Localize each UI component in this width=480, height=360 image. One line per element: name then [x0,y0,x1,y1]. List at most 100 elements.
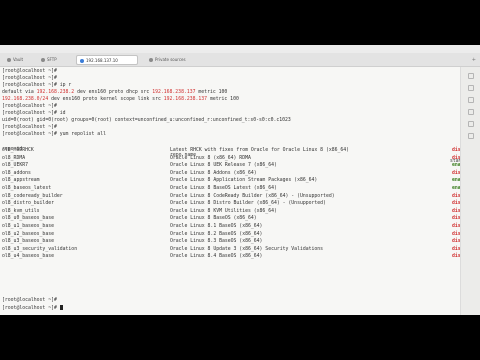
repo-status: disabled [452,216,460,222]
new-tab-button[interactable]: + [472,56,476,64]
repo-row: ol8_addons Oracle Linux 8 Addons (x86_64)… [2,170,460,177]
side-toolbar [460,67,480,315]
repo-status: disabled [452,246,460,252]
repo-status: disabled [452,239,460,245]
repo-row: ol8_distro_builder Oracle Linux 8 Distro … [2,201,460,207]
repo-name: Oracle Linux 8 Addons (x86_64) [170,170,257,176]
tab-private-sources[interactable]: Private sources [146,55,190,65]
repo-id: ol8_appstream [2,178,40,184]
repo-status: enabled [452,186,460,191]
text-segment: dev ens160 proto kernel scope link src [48,97,164,102]
panel-icon[interactable] [468,133,474,139]
repo-row: ol8_MODRHCK Latest RHCK with fixes from O… [2,148,460,154]
text-segment: dev ens160 proto dhcp src [74,90,153,95]
repo-status: enabled [452,178,460,184]
tab-vault[interactable]: Vault [4,55,30,65]
repo-row: ol8_appstream Oracle Linux 8 Application … [2,178,460,184]
repo-row: ol8_u3_security_validation Oracle Linux 8… [2,246,460,253]
terminal-line: [root@localhost ~]# [2,76,57,81]
repo-status: disabled [452,208,460,214]
tab-session-active[interactable]: 192.168.137.10 [76,55,138,65]
terminal-line: [root@localhost ~]# [2,104,57,109]
repo-name: Oracle Linux 8 UEK Release 7 (x86_64) [170,163,277,169]
panel-icon[interactable] [468,109,474,115]
route-line: default via 192.168.238.2 dev ens160 pro… [2,90,227,96]
ip-address: 192.168.238.0/24 [2,97,49,102]
repo-id: ol8_codeready_builder [2,193,63,199]
terminal-line: [root@localhost ~]# [2,298,57,303]
repo-row: ol8_UEKR7 Oracle Linux 8 UEK Release 7 (x… [2,163,460,169]
repo-status: enabled [452,163,460,169]
repo-name: Oracle Linux 8.3 BaseOS (x86_64) [170,239,263,245]
terminal-line: uid=0(root) gid=0(root) groups=0(root) c… [2,118,291,123]
terminal-output[interactable]: [root@localhost ~]# [root@localhost ~]# … [0,67,460,315]
repo-name: Latest RHCK with fixes from Oracle for O… [170,148,350,153]
terminal-line: [root@localhost ~]# ip r [2,83,72,88]
sftp-icon [41,58,45,62]
repo-status: disabled [452,201,460,207]
repo-status: disabled [452,148,460,153]
repo-row: ol8_RDMA Oracle Linux 8 (x86_64) RDMA disa… [2,155,460,162]
tab-label: Private sources [155,57,186,62]
panel-icon[interactable] [468,85,474,91]
repo-id: ol8_u2_baseos_base [2,231,54,237]
repo-row: ol8_u4_baseos_base Oracle Linux 8.4 BaseO… [2,254,460,260]
repo-id: ol8_distro_builder [2,201,54,207]
tab-label: SFTP [47,57,57,62]
repo-row: ol8_kvm_utils Oracle Linux 8 KVM Utilitie… [2,208,460,215]
repo-row: ol8_baseos_latest Oracle Linux 8 BaseOS L… [2,186,460,192]
repo-id: ol8_addons [2,170,31,176]
repo-name: Oracle Linux 8 Application Stream Packag… [170,178,318,184]
repo-status: disabled [452,231,460,237]
terminal-app-window: Vault SFTP 192.168.137.10 Private source… [0,45,480,315]
repolist-header: repo id repo name status [2,141,460,164]
terminal-line: [root@localhost ~]# id [2,111,66,116]
panel-icon[interactable] [468,73,474,79]
text-segment: default via [2,90,37,95]
repo-name: Oracle Linux 8.1 BaseOS (x86_64) [170,224,263,229]
repo-row: ol8_codeready_builder Oracle Linux 8 Code… [2,193,460,200]
repo-id: ol8_u3_baseos_base [2,239,54,245]
repo-name: Oracle Linux 8 Distro Builder (x86_64) -… [170,201,326,207]
repo-name: Oracle Linux 8.4 BaseOS (x86_64) [170,254,263,260]
prompt-text: [root@localhost ~]# [2,306,57,311]
repo-name: Oracle Linux 8.2 BaseOS (x86_64) [170,231,263,237]
repo-row: ol8_u3_baseos_base Oracle Linux 8.3 BaseO… [2,239,460,245]
repo-status: disabled [452,170,460,176]
tab-sftp[interactable]: SFTP [38,55,68,65]
repo-id: ol8_u3_security_validation [2,246,78,252]
repo-id: ol8_kvm_utils [2,208,40,214]
repo-name: Oracle Linux 8 Update 3 (x86_64) Securit… [170,246,324,252]
terminal-line: [root@localhost ~]# [2,125,57,130]
repo-name: Oracle Linux 8 KVM Utilities (x86_64) [170,208,277,214]
repo-status: disabled [452,193,460,199]
repo-id: ol8_UEKR7 [2,163,28,169]
text-cursor [59,305,63,310]
ip-address: 192.168.238.137 [152,90,196,95]
text-segment: metric 100 [195,90,228,95]
route-line: 192.168.238.0/24 dev ens160 proto kernel… [2,97,239,103]
panel-icon[interactable] [468,121,474,127]
repo-id: ol8_u1_baseos_base [2,224,54,229]
tab-label: 192.168.137.10 [86,58,118,63]
key-icon [149,58,153,62]
repo-id: ol8_u0_baseos_base [2,216,54,222]
tab-label: Vault [13,57,24,62]
repo-row: ol8_u2_baseos_base Oracle Linux 8.2 BaseO… [2,231,460,238]
ip-address: 192.168.238.2 [36,90,75,95]
repo-row: ol8_u0_baseos_base Oracle Linux 8 BaseOS … [2,216,460,222]
terminal-icon [80,59,84,63]
repo-id: ol8_baseos_latest [2,186,52,191]
repo-id: ol8_u4_baseos_base [2,254,54,260]
repo-name: Oracle Linux 8 BaseOS (x86_64) [170,216,257,222]
panel-icon[interactable] [468,97,474,103]
terminal-line: [root@localhost ~]# yum repolist all [2,132,106,137]
tab-bar: Vault SFTP 192.168.137.10 Private source… [0,53,480,67]
text-segment: metric 100 [207,97,239,102]
repo-status: disabled [452,155,460,161]
terminal-prompt: [root@localhost ~]# [2,305,63,311]
ip-address: 192.168.238.137 [163,97,208,102]
repo-id: ol8_MODRHCK [2,148,34,153]
repo-name: Oracle Linux 8 BaseOS Latest (x86_64) [170,186,277,191]
repo-id: ol8_RDMA [2,155,26,161]
